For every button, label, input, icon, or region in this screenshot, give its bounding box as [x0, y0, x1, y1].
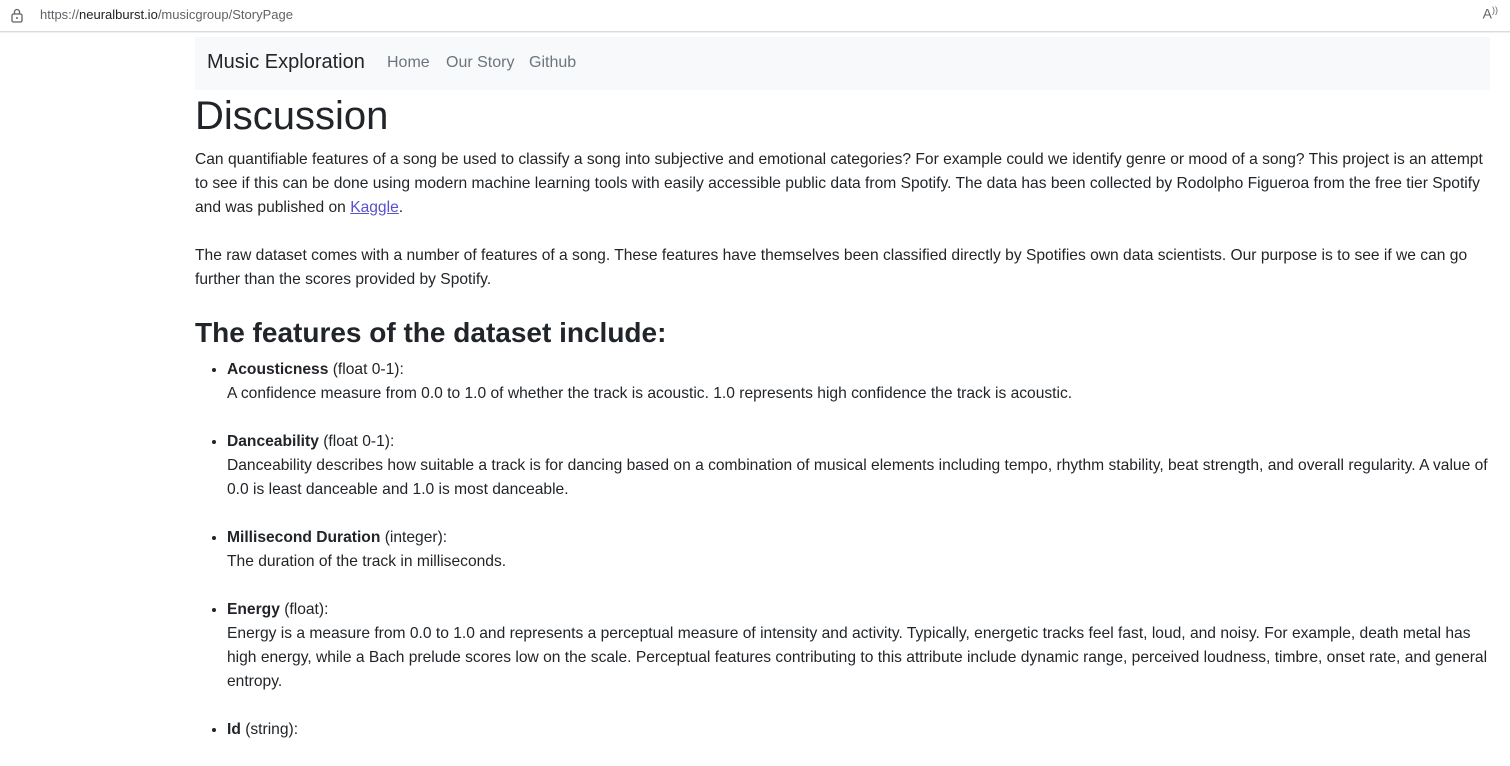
feature-name: Danceability [227, 433, 319, 450]
feature-name: Id [227, 721, 241, 738]
intro-paragraph: Can quantifiable features of a song be u… [195, 148, 1492, 220]
kaggle-link[interactable]: Kaggle [350, 199, 399, 216]
main-content: Discussion Can quantifiable features of … [195, 92, 1492, 766]
read-aloud-icon[interactable]: A)) [1483, 5, 1498, 22]
feature-item-acousticness: Acousticness (float 0-1): A confidence me… [227, 358, 1492, 406]
feature-description: Danceability describes how suitable a tr… [227, 457, 1488, 498]
intro-text-end: . [398, 199, 404, 216]
feature-description: A confidence measure from 0.0 to 1.0 of … [227, 385, 1073, 402]
lock-icon[interactable] [10, 8, 24, 23]
feature-item-energy: Energy (float): Energy is a measure from … [227, 598, 1492, 694]
feature-type: (integer): [380, 529, 448, 546]
dataset-paragraph: The raw dataset comes with a number of f… [195, 247, 1468, 288]
feature-type: (float 0-1): [328, 361, 404, 378]
feature-description: Energy is a measure from 0.0 to 1.0 and … [227, 625, 1488, 690]
feature-name: Energy [227, 601, 280, 618]
browser-address-bar: https://neuralburst.io/musicgroup/StoryP… [0, 0, 1510, 32]
navbar: Music Exploration Home Our Story Github [195, 37, 1490, 90]
nav-link-our-story[interactable]: Our Story [446, 54, 514, 72]
feature-type: (float): [279, 601, 329, 618]
feature-item-id: Id (string): [227, 718, 1492, 742]
features-list: Acousticness (float 0-1): A confidence me… [195, 358, 1492, 742]
feature-type: (string): [240, 721, 299, 738]
feature-name: Millisecond Duration [227, 529, 381, 546]
nav-link-github[interactable]: Github [529, 54, 576, 72]
feature-description: The duration of the track in millisecond… [227, 553, 507, 570]
navbar-brand[interactable]: Music Exploration [207, 51, 365, 74]
feature-name: Acousticness [227, 361, 329, 378]
feature-item-millisecond-duration: Millisecond Duration (integer): The durat… [227, 526, 1492, 574]
url-prefix: https:// [40, 7, 80, 22]
nav-link-home[interactable]: Home [387, 54, 430, 72]
feature-item-danceability: Danceability (float 0-1): Danceability de… [227, 430, 1492, 502]
features-heading: The features of the dataset include: [195, 317, 667, 348]
page-title: Discussion [195, 94, 389, 138]
url-path: /musicgroup/StoryPage [157, 7, 293, 22]
url-host: neuralburst.io [79, 7, 158, 22]
url-field[interactable]: https://neuralburst.io/musicgroup/StoryP… [40, 7, 293, 22]
feature-type: (float 0-1): [318, 433, 395, 450]
